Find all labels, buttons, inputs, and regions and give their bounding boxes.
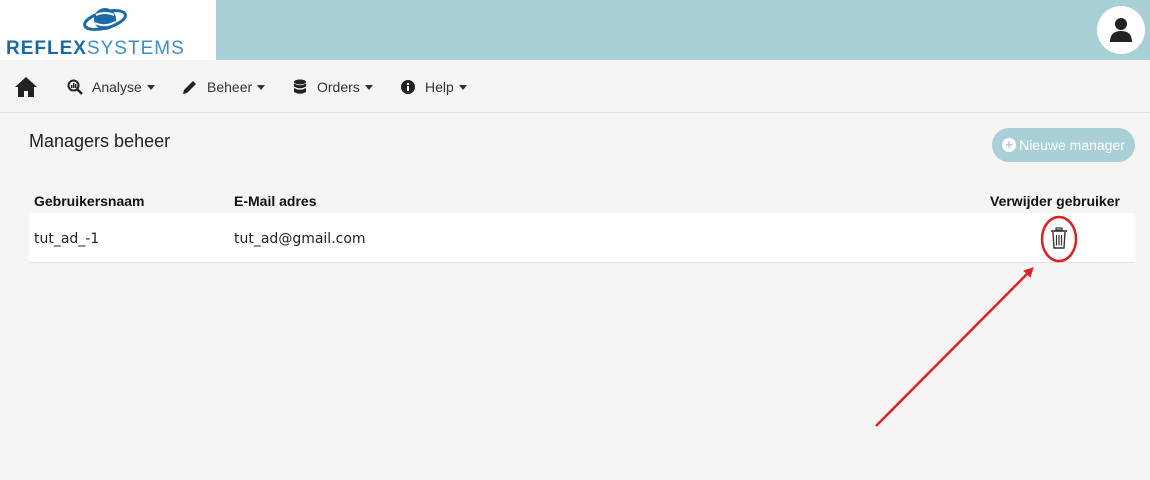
user-menu-button[interactable] [1097,6,1145,54]
nav-beheer-label: Beheer [207,79,253,95]
globe-logo-icon [83,8,127,31]
page-title: Managers beheer [29,131,171,151]
nav-analyse[interactable]: Analyse [67,77,155,97]
cell-email: tut_ad@gmail.com [234,231,366,247]
search-chart-icon [67,79,83,95]
top-bar: REFLEXSYSTEMS [0,0,1150,60]
nav-orders-label: Orders [317,79,360,95]
nav-orders[interactable]: Orders [292,77,373,97]
info-icon [400,79,416,95]
new-manager-label: Nieuwe manager [1019,137,1125,153]
user-icon [1110,18,1132,42]
column-header-delete: Verwijder gebruiker [990,193,1120,209]
chevron-down-icon [146,84,155,90]
chevron-down-icon [257,84,266,90]
pencil-icon [182,79,198,95]
trash-icon[interactable] [1050,227,1068,249]
chevron-down-icon [364,84,373,90]
plus-circle-icon: + [1002,138,1017,152]
nav-analyse-label: Analyse [92,79,142,95]
column-header-username: Gebruikersnaam [34,193,145,209]
column-header-email: E-Mail adres [234,193,317,209]
new-manager-button[interactable]: + Nieuwe manager [992,128,1135,162]
logo-wordmark: REFLEXSYSTEMS [6,38,185,59]
annotation-arrow [875,267,1034,427]
table-row: tut_ad_-1 tut_ad@gmail.com [29,213,1135,263]
main-nav: Analyse Beheer Orders Help [0,60,1150,113]
cell-username: tut_ad_-1 [34,231,100,247]
chevron-down-icon [458,84,467,90]
database-icon [292,79,308,95]
nav-beheer[interactable]: Beheer [182,77,266,97]
nav-help-label: Help [425,79,454,95]
nav-help[interactable]: Help [400,77,467,97]
home-icon[interactable] [14,76,38,98]
logo[interactable]: REFLEXSYSTEMS [0,0,216,60]
